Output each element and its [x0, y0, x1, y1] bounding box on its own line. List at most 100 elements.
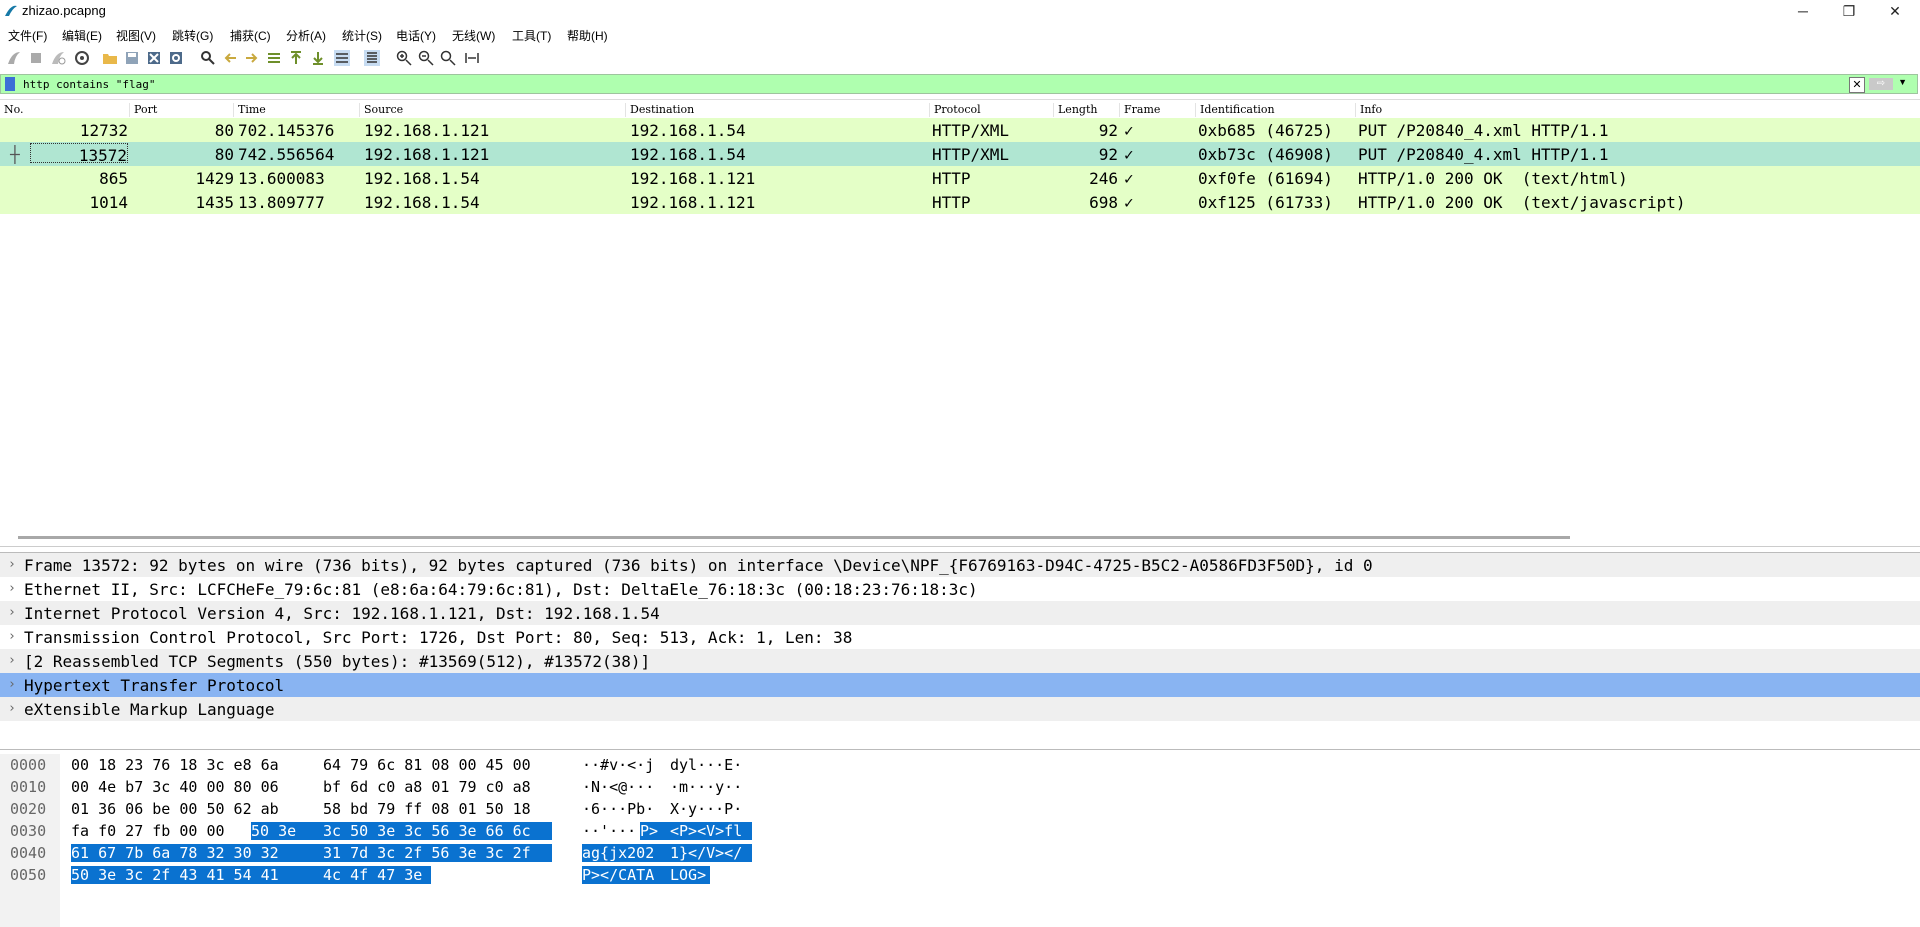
ascii-bytes[interactable]: ··'··· [582, 822, 636, 840]
hex-bytes[interactable]: 00 4e b7 3c 40 00 80 06 [71, 778, 279, 796]
last-packet-icon[interactable] [310, 50, 326, 66]
cell-time: 742.556564 [238, 145, 335, 164]
menu-wireless[interactable]: 无线(W) [452, 27, 495, 44]
ascii-bytes[interactable]: X·y···P· [670, 800, 742, 818]
hex-bytes-highlighted[interactable]: 3c 50 3e 3c 56 3e 66 6c [314, 822, 552, 840]
ascii-bytes-highlighted[interactable]: LOG> [670, 866, 710, 884]
cell-source: 192.168.1.54 [364, 169, 480, 188]
menu-analyze[interactable]: 分析(A) [286, 27, 326, 44]
hex-bytes-highlighted[interactable]: 31 7d 3c 2f 56 3e 3c 2f [323, 844, 552, 862]
menu-edit[interactable]: 编辑(E) [62, 27, 102, 44]
menu-statistics[interactable]: 统计(S) [342, 27, 382, 44]
ascii-bytes-highlighted[interactable]: 1}</V></ [670, 844, 752, 862]
hex-bytes-highlighted[interactable]: 50 3e [251, 822, 314, 840]
col-header-destination[interactable]: Destination [626, 103, 930, 117]
packet-row[interactable]: 865 1429 13.600083 192.168.1.54 192.168.… [0, 166, 1920, 190]
expand-arrow-icon[interactable]: › [8, 605, 16, 620]
go-back-icon[interactable] [222, 50, 238, 66]
packet-row-selected[interactable]: ┼ 13572 80 742.556564 192.168.1.121 192.… [0, 142, 1920, 166]
ascii-bytes[interactable]: ·N·<@··· [582, 778, 654, 796]
go-to-packet-icon[interactable] [266, 50, 282, 66]
menu-telephony[interactable]: 电话(Y) [396, 27, 436, 44]
capture-options-icon[interactable] [74, 50, 90, 66]
bookmark-icon[interactable] [5, 77, 15, 91]
ascii-bytes[interactable]: ·6···Pb· [582, 800, 654, 818]
col-header-protocol[interactable]: Protocol [930, 103, 1054, 117]
expand-arrow-icon[interactable]: › [8, 677, 16, 692]
detail-row-frame[interactable]: › Frame 13572: 92 bytes on wire (736 bits… [0, 553, 1920, 577]
col-header-info[interactable]: Info [1356, 103, 1920, 117]
close-button[interactable]: ✕ [1872, 0, 1918, 22]
maximize-button[interactable]: ❐ [1826, 0, 1872, 22]
hex-bytes[interactable]: 58 bd 79 ff 08 01 50 18 [323, 800, 531, 818]
expand-arrow-icon[interactable]: › [8, 557, 16, 572]
filter-history-dropdown[interactable]: ▼ [1898, 77, 1907, 87]
display-filter-input[interactable]: http contains "flag" [23, 78, 155, 91]
go-forward-icon[interactable] [244, 50, 260, 66]
ascii-bytes-highlighted[interactable]: P></CATA [582, 866, 670, 884]
autoscroll-icon[interactable] [334, 50, 350, 66]
first-packet-icon[interactable] [288, 50, 304, 66]
detail-row-reassembled[interactable]: › [2 Reassembled TCP Segments (550 bytes)… [0, 649, 1920, 673]
cell-frame: ✓ [1124, 145, 1134, 164]
hex-bytes[interactable]: 64 79 6c 81 08 00 45 00 [323, 756, 531, 774]
menu-capture[interactable]: 捕获(C) [230, 27, 271, 44]
ascii-bytes[interactable]: ·m···y·· [670, 778, 742, 796]
packet-list-scrollbar[interactable] [18, 536, 1570, 539]
packet-row[interactable]: 12732 80 702.145376 192.168.1.121 192.16… [0, 118, 1920, 142]
hex-bytes[interactable]: 00 18 23 76 18 3c e8 6a [71, 756, 279, 774]
col-header-source[interactable]: Source [360, 103, 626, 117]
expand-arrow-icon[interactable]: › [8, 581, 16, 596]
hex-bytes-highlighted[interactable]: 50 3e 3c 2f 43 41 54 41 [71, 866, 323, 884]
cell-info: PUT /P20840_4.xml HTTP/1.1 [1358, 121, 1609, 140]
detail-row-xml[interactable]: › eXtensible Markup Language [0, 697, 1920, 721]
menu-help[interactable]: 帮助(H) [567, 27, 608, 44]
minimize-button[interactable]: ─ [1780, 0, 1826, 22]
col-header-time[interactable]: Time [234, 103, 360, 117]
detail-row-ethernet[interactable]: › Ethernet II, Src: LCFCHeFe_79:6c:81 (e8… [0, 577, 1920, 601]
ascii-bytes-highlighted[interactable]: <P><V>fl [670, 822, 752, 840]
menu-go[interactable]: 跳转(G) [172, 27, 213, 44]
ascii-bytes[interactable]: dyl···E· [670, 756, 742, 774]
menu-tools[interactable]: 工具(T) [512, 27, 551, 44]
packet-row[interactable]: 1014 1435 13.809777 192.168.1.54 192.168… [0, 190, 1920, 214]
start-capture-icon[interactable] [6, 50, 22, 66]
col-header-no[interactable]: No. [0, 103, 130, 117]
stop-capture-icon[interactable] [28, 50, 44, 66]
hex-bytes[interactable]: 01 36 06 be 00 50 62 ab [71, 800, 279, 818]
zoom-in-icon[interactable] [396, 50, 412, 66]
save-file-icon[interactable] [124, 50, 140, 66]
expand-arrow-icon[interactable]: › [8, 653, 16, 668]
col-header-length[interactable]: Length [1054, 103, 1120, 117]
expand-arrow-icon[interactable]: › [8, 701, 16, 716]
expand-arrow-icon[interactable]: › [8, 629, 16, 644]
col-header-identification[interactable]: Identification [1196, 103, 1356, 117]
cell-destination: 192.168.1.121 [630, 169, 756, 188]
col-header-frame[interactable]: Frame [1120, 103, 1196, 117]
detail-row-tcp[interactable]: › Transmission Control Protocol, Src Port… [0, 625, 1920, 649]
ascii-bytes-highlighted[interactable]: ag{jx202 [582, 844, 670, 862]
detail-row-http[interactable]: › Hypertext Transfer Protocol [0, 673, 1920, 697]
col-header-port[interactable]: Port [130, 103, 234, 117]
colorize-icon[interactable] [364, 50, 380, 66]
resize-columns-icon[interactable] [464, 50, 480, 66]
zoom-out-icon[interactable] [418, 50, 434, 66]
open-file-icon[interactable] [102, 50, 118, 66]
restart-capture-icon[interactable] [50, 50, 66, 66]
hex-bytes-highlighted[interactable]: 61 67 7b 6a 78 32 30 32 [71, 844, 323, 862]
hex-bytes[interactable]: fa f0 27 fb 00 00 [71, 822, 234, 840]
reload-file-icon[interactable] [168, 50, 184, 66]
hex-bytes[interactable]: bf 6d c0 a8 01 79 c0 a8 [323, 778, 531, 796]
menu-view[interactable]: 视图(V) [116, 27, 156, 44]
hex-bytes-highlighted[interactable]: 4c 4f 47 3e [323, 866, 431, 884]
ascii-bytes-highlighted[interactable]: P> [640, 822, 670, 840]
detail-row-ipv4[interactable]: › Internet Protocol Version 4, Src: 192.1… [0, 601, 1920, 625]
normal-size-icon[interactable] [440, 50, 456, 66]
find-packet-icon[interactable] [200, 50, 216, 66]
clear-filter-button[interactable]: ✕ [1849, 77, 1865, 93]
apply-filter-button[interactable]: ⇨ [1869, 78, 1893, 90]
close-file-icon[interactable] [146, 50, 162, 66]
menu-file[interactable]: 文件(F) [8, 27, 47, 44]
ascii-bytes[interactable]: ··#v·<·j [582, 756, 654, 774]
cell-destination: 192.168.1.54 [630, 145, 746, 164]
